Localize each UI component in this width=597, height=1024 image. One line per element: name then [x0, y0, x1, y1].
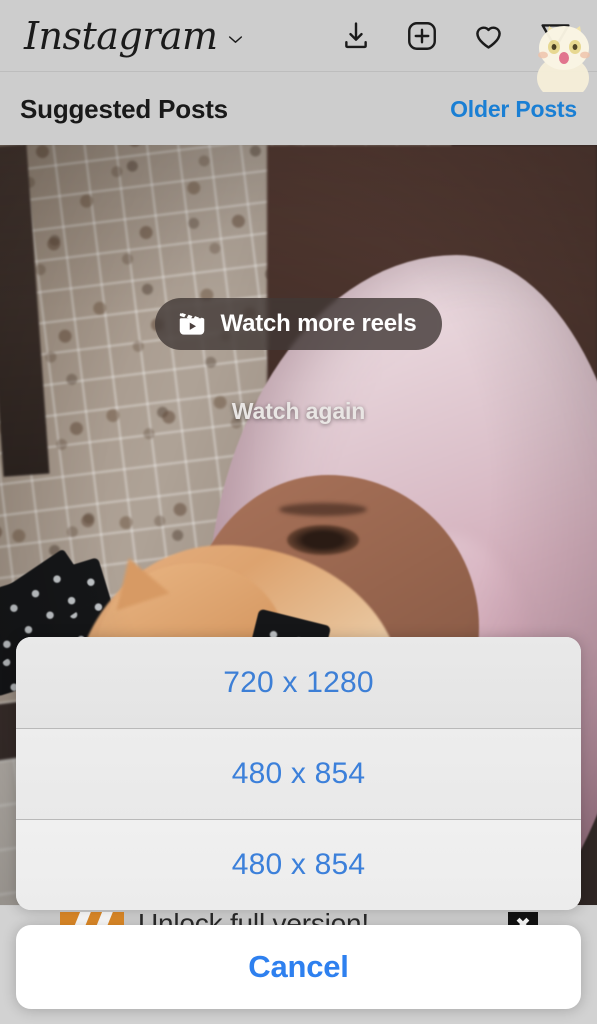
cancel-button[interactable]: Cancel: [16, 925, 581, 1009]
instagram-logo: Instagram: [24, 13, 218, 58]
brand-switcher[interactable]: Instagram: [24, 17, 243, 55]
resolution-option-480x854-2[interactable]: 480 x 854: [16, 819, 581, 910]
watch-more-reels-label: Watch more reels: [220, 310, 417, 337]
cancel-button-label: Cancel: [248, 949, 349, 984]
app-bar-actions: [339, 18, 583, 53]
chevron-down-icon[interactable]: [228, 35, 243, 54]
phone-screen: Watch more reels Watch again Unlock full…: [0, 0, 597, 1024]
resolution-action-sheet: 720 x 1280 480 x 854 480 x 854: [16, 637, 581, 910]
direct-messages-button[interactable]: [538, 18, 573, 53]
activity-button[interactable]: [471, 18, 506, 53]
resolution-option-720x1280[interactable]: 720 x 1280: [16, 637, 581, 728]
reels-clapperboard-play-icon: [177, 309, 207, 339]
resolution-option-480x854-1[interactable]: 480 x 854: [16, 728, 581, 819]
older-posts-link[interactable]: Older Posts: [450, 96, 577, 123]
person-eyebrow: [279, 503, 367, 516]
download-button[interactable]: [339, 19, 373, 53]
person-eye: [287, 525, 359, 555]
app-bar: Instagram: [0, 0, 597, 72]
watch-again-button[interactable]: Watch again: [232, 398, 366, 425]
suggested-posts-header: Suggested Posts Older Posts: [0, 73, 597, 145]
watch-more-reels-button[interactable]: Watch more reels: [154, 298, 443, 350]
new-post-button[interactable]: [405, 19, 439, 53]
page-title: Suggested Posts: [20, 93, 228, 124]
